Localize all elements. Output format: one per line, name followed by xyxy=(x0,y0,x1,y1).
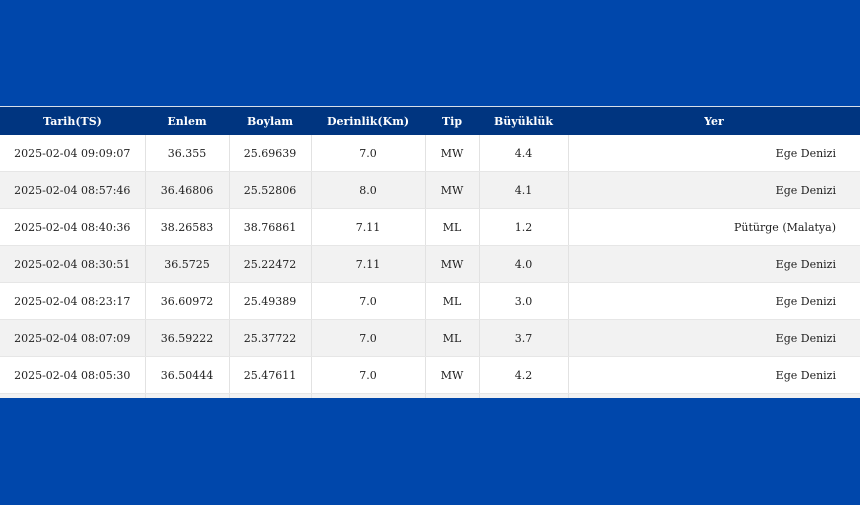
cell-location: Ege Denizi xyxy=(568,245,860,283)
page: Tarih(TS) Enlem Boylam Derinlik(Km) Tip … xyxy=(0,0,860,505)
column-header-latitude[interactable]: Enlem xyxy=(145,107,229,135)
cell-longitude: 25.37722 xyxy=(229,319,312,357)
cell-date: 2025-02-04 09:09:07 xyxy=(0,135,146,172)
table-row[interactable]: 2025-02-04 08:05:30 36.50444 25.47611 7.… xyxy=(0,356,860,394)
cell-location: Ege Denizi xyxy=(568,171,860,209)
cell-type: MW xyxy=(425,245,480,283)
cell-date: 2025-02-04 08:07:09 xyxy=(0,319,146,357)
cell-location: Pütürge (Malatya) xyxy=(568,208,860,246)
table-row[interactable]: 2025-02-04 09:09:07 36.355 25.69639 7.0 … xyxy=(0,135,860,172)
cell-magnitude: 3.0 xyxy=(479,282,569,320)
cell-latitude: 36.60972 xyxy=(145,282,230,320)
cell-depth: 8.0 xyxy=(311,171,426,209)
cell-type: MW xyxy=(425,171,480,209)
cell-location: Ege Denizi xyxy=(568,356,860,394)
table-header-row: Tarih(TS) Enlem Boylam Derinlik(Km) Tip … xyxy=(0,107,860,135)
column-header-magnitude[interactable]: Büyüklük xyxy=(479,107,568,135)
table-row[interactable]: 2025-02-04 08:40:36 38.26583 38.76861 7.… xyxy=(0,208,860,246)
cell-type: MW xyxy=(425,356,480,394)
cell-longitude: 25.22472 xyxy=(229,245,312,283)
table-row[interactable]: 2025-02-04 08:07:09 36.59222 25.37722 7.… xyxy=(0,319,860,357)
cell-longitude: 25.47611 xyxy=(229,356,312,394)
cell-latitude: 36.5725 xyxy=(145,245,230,283)
cell-date: 2025-02-04 08:40:36 xyxy=(0,208,146,246)
cell-longitude: 25.49389 xyxy=(229,282,312,320)
cell-magnitude: 4.4 xyxy=(479,135,569,172)
column-header-type[interactable]: Tip xyxy=(425,107,479,135)
table-row[interactable]: 2025-02-04 08:23:17 36.60972 25.49389 7.… xyxy=(0,282,860,320)
cell-location: Ege Denizi xyxy=(568,319,860,357)
cell-type: ML xyxy=(425,208,480,246)
cell-date: 2025-02-04 08:57:46 xyxy=(0,171,146,209)
cell-type: MW xyxy=(425,135,480,172)
cell-magnitude: 4.2 xyxy=(479,356,569,394)
cell-magnitude: 4.1 xyxy=(479,171,569,209)
cell-latitude: 36.50444 xyxy=(145,356,230,394)
cell-depth: 7.11 xyxy=(311,208,426,246)
cell-date: 2025-02-04 08:05:30 xyxy=(0,356,146,394)
bottom-band xyxy=(0,398,860,505)
cell-latitude: 36.46806 xyxy=(145,171,230,209)
cell-latitude: 36.59222 xyxy=(145,319,230,357)
cell-longitude: 25.52806 xyxy=(229,171,312,209)
cell-depth: 7.0 xyxy=(311,319,426,357)
earthquake-table: Tarih(TS) Enlem Boylam Derinlik(Km) Tip … xyxy=(0,107,860,399)
cell-longitude: 25.69639 xyxy=(229,135,312,172)
column-header-longitude[interactable]: Boylam xyxy=(229,107,311,135)
cell-magnitude: 3.7 xyxy=(479,319,569,357)
cell-magnitude: 1.2 xyxy=(479,208,569,246)
cell-latitude: 38.26583 xyxy=(145,208,230,246)
column-header-date[interactable]: Tarih(TS) xyxy=(0,107,145,135)
column-header-location[interactable]: Yer xyxy=(568,107,860,135)
cell-location: Ege Denizi xyxy=(568,135,860,172)
cell-depth: 7.0 xyxy=(311,135,426,172)
cell-depth: 7.11 xyxy=(311,245,426,283)
column-header-depth[interactable]: Derinlik(Km) xyxy=(311,107,425,135)
cell-type: ML xyxy=(425,282,480,320)
cell-magnitude: 4.0 xyxy=(479,245,569,283)
table-row[interactable]: 2025-02-04 08:57:46 36.46806 25.52806 8.… xyxy=(0,171,860,209)
cell-depth: 7.0 xyxy=(311,356,426,394)
cell-date: 2025-02-04 08:30:51 xyxy=(0,245,146,283)
earthquake-table-container[interactable]: Tarih(TS) Enlem Boylam Derinlik(Km) Tip … xyxy=(0,106,860,399)
cell-longitude: 38.76861 xyxy=(229,208,312,246)
cell-date: 2025-02-04 08:23:17 xyxy=(0,282,146,320)
cell-depth: 7.0 xyxy=(311,282,426,320)
cell-type: ML xyxy=(425,319,480,357)
cell-location: Ege Denizi xyxy=(568,282,860,320)
cell-latitude: 36.355 xyxy=(145,135,230,172)
table-row[interactable]: 2025-02-04 08:30:51 36.5725 25.22472 7.1… xyxy=(0,245,860,283)
